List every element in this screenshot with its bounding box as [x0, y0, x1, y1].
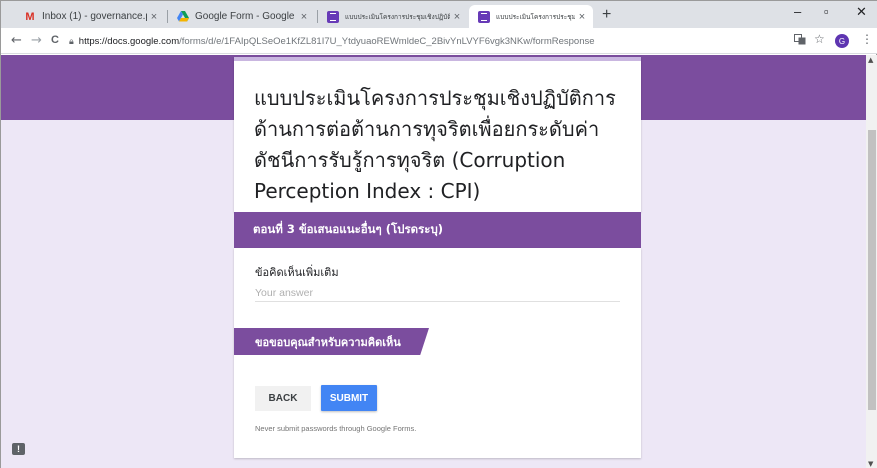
tab-title: แบบประเมินโครงการประชุมเชิงปฏิบัติการ: [496, 13, 575, 21]
question-card: ข้อคิดเห็นเพิ่มเติม ขอขอบคุณสำหรับความคิ…: [234, 248, 641, 458]
tab-title: Inbox (1) - governance.pacc@gm: [42, 11, 147, 22]
tab-title: Google Form - Google Drive: [195, 11, 297, 22]
tab-gmail-inbox[interactable]: M Inbox (1) - governance.pacc@gm ×: [15, 5, 165, 28]
tab-title: แบบประเมินโครงการประชุมเชิงปฏิบัติการ: [345, 13, 450, 21]
browser-tab-strip: M Inbox (1) - governance.pacc@gm × Googl…: [1, 1, 877, 28]
reload-icon[interactable]: C: [51, 34, 59, 46]
section-header: ตอนที่ 3 ข้อเสนอแนะอื่นๆ (โปรดระบุ): [234, 212, 641, 248]
restore-button[interactable]: ▫: [824, 4, 829, 19]
tab-form-evaluation-active[interactable]: แบบประเมินโครงการประชุมเชิงปฏิบัติการ ×: [469, 5, 593, 28]
tab-google-drive[interactable]: Google Form - Google Drive ×: [168, 5, 315, 28]
google-drive-icon: [177, 11, 189, 23]
form-header-card: แบบประเมินโครงการประชุมเชิงปฏิบัติการ ด้…: [234, 57, 641, 212]
url-host: https://docs.google.com: [78, 35, 180, 47]
form-title: แบบประเมินโครงการประชุมเชิงปฏิบัติการ ด้…: [254, 83, 629, 207]
tab-close-icon[interactable]: ×: [450, 11, 464, 23]
forward-arrow-icon[interactable]: →: [31, 33, 42, 48]
form-title-line: ดัชนีการรับรู้การทุจริต (Corruption: [254, 148, 566, 172]
browser-toolbar: ← → C 🔒︎ https://docs.google.com /forms/…: [1, 28, 877, 54]
google-forms-icon: [327, 10, 339, 23]
tab-close-icon[interactable]: ×: [147, 11, 161, 23]
scroll-down-icon[interactable]: ▼: [868, 460, 873, 468]
question-label: ข้อคิดเห็นเพิ่มเติม: [255, 266, 339, 279]
form-title-line: ด้านการต่อต้านการทุจริตเพื่อยกระดับค่า: [254, 117, 600, 141]
password-disclaimer: Never submit passwords through Google Fo…: [255, 424, 417, 433]
submit-button[interactable]: SUBMIT: [321, 385, 377, 411]
address-bar[interactable]: 🔒︎ https://docs.google.com /forms/d/e/1F…: [69, 33, 595, 49]
translate-icon[interactable]: [794, 34, 806, 48]
thanks-banner: ขอขอบคุณสำหรับความคิดเห็น: [234, 328, 429, 355]
tab-close-icon[interactable]: ×: [297, 11, 311, 23]
form-page: แบบประเมินโครงการประชุมเชิงปฏิบัติการ ด้…: [1, 55, 866, 468]
form-title-line: แบบประเมินโครงการประชุมเชิงปฏิบัติการ: [254, 86, 616, 110]
back-arrow-icon[interactable]: ←: [11, 33, 22, 48]
scroll-thumb[interactable]: [868, 130, 876, 410]
lock-icon: 🔒︎: [69, 35, 74, 46]
scroll-up-icon[interactable]: ▲: [868, 56, 873, 64]
report-feedback-icon[interactable]: !: [12, 443, 25, 455]
url-path: /forms/d/e/1FAIpQLSeOe1KfZL81I7U_Ytdyuao…: [179, 35, 595, 47]
page-scrollbar[interactable]: ▲ ▼: [866, 55, 877, 468]
close-window-button[interactable]: ✕: [856, 4, 867, 20]
tab-form-evaluation[interactable]: แบบประเมินโครงการประชุมเชิงปฏิบัติการ ×: [318, 5, 468, 28]
gmail-icon: M: [25, 10, 35, 23]
form-title-line: Perception Index : CPI): [254, 179, 481, 203]
menu-kebab-icon[interactable]: ⋮: [861, 32, 873, 46]
back-button[interactable]: BACK: [255, 386, 311, 411]
google-forms-icon: [478, 10, 490, 23]
profile-avatar[interactable]: G: [835, 34, 849, 48]
new-tab-button[interactable]: +: [602, 6, 611, 24]
minimize-button[interactable]: –: [794, 4, 801, 19]
tab-close-icon[interactable]: ×: [575, 11, 589, 23]
answer-input[interactable]: [255, 285, 620, 302]
bookmark-star-icon[interactable]: ☆: [814, 32, 825, 46]
